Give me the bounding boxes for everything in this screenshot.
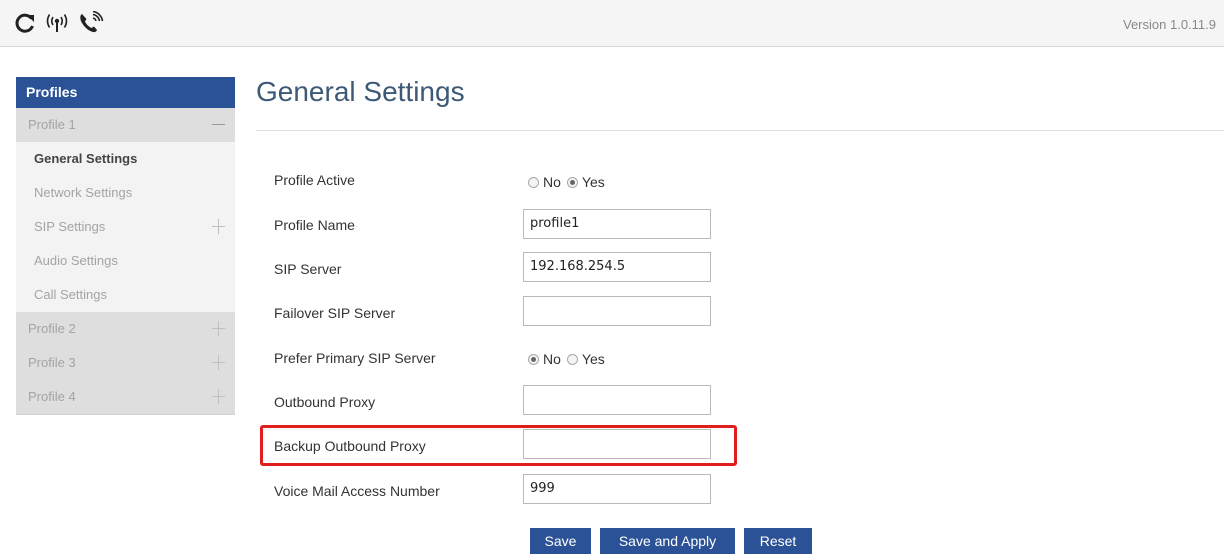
outbound-proxy-input[interactable]: [523, 385, 711, 415]
reset-button[interactable]: Reset: [744, 528, 812, 554]
failover-sip-server-label: Failover SIP Server: [274, 305, 396, 321]
sidebar-item-profile-3[interactable]: Profile 3: [16, 346, 235, 380]
profile-active-radio-group: No Yes: [528, 174, 611, 190]
sidebar-item-label: Audio Settings: [34, 253, 118, 268]
sip-server-input[interactable]: 192.168.254.5: [523, 252, 711, 282]
profiles-sidebar: Profiles Profile 1 General Settings Netw…: [16, 77, 235, 415]
radio-label: Yes: [581, 174, 605, 190]
sidebar-item-profile-1[interactable]: Profile 1: [16, 108, 235, 142]
sidebar-title: Profiles: [16, 77, 235, 108]
voice-mail-access-number-label: Voice Mail Access Number: [274, 483, 440, 499]
prefer-primary-radio-group: No Yes: [528, 351, 611, 367]
outbound-proxy-label: Outbound Proxy: [274, 394, 376, 410]
expand-icon[interactable]: [212, 355, 225, 370]
prefer-primary-no-radio[interactable]: [528, 353, 539, 365]
radio-label: Yes: [581, 351, 605, 367]
sidebar-item-label: General Settings: [34, 151, 138, 166]
sidebar-item-network-settings[interactable]: Network Settings: [16, 176, 235, 210]
title-divider: [256, 130, 1224, 131]
sidebar-item-label: Profile 4: [28, 389, 76, 404]
radio-label: No: [543, 351, 561, 367]
sidebar-item-general-settings[interactable]: General Settings: [16, 142, 235, 176]
profile-name-label: Profile Name: [274, 217, 355, 233]
sidebar-item-label: Network Settings: [34, 185, 133, 200]
radio-label: No: [543, 174, 561, 190]
refresh-icon[interactable]: [14, 12, 36, 34]
collapse-icon[interactable]: [212, 124, 225, 125]
profile-active-label: Profile Active: [274, 172, 355, 188]
save-and-apply-button[interactable]: Save and Apply: [600, 528, 735, 554]
sidebar-item-profile-4[interactable]: Profile 4: [16, 380, 235, 414]
sidebar-item-label: SIP Settings: [34, 219, 106, 234]
prefer-primary-sip-server-label: Prefer Primary SIP Server: [274, 350, 436, 366]
sidebar-item-profile-2[interactable]: Profile 2: [16, 312, 235, 346]
sidebar-item-sip-settings[interactable]: SIP Settings: [16, 210, 235, 244]
highlight-box: [260, 425, 737, 466]
sidebar-item-audio-settings[interactable]: Audio Settings: [16, 244, 235, 278]
top-bar: Version 1.0.11.9: [0, 0, 1224, 47]
sip-server-label: SIP Server: [274, 261, 342, 277]
sidebar-item-label: Profile 2: [28, 321, 76, 336]
expand-icon[interactable]: [212, 389, 225, 404]
expand-icon[interactable]: [212, 321, 225, 336]
voice-mail-access-number-input[interactable]: 999: [523, 474, 711, 504]
failover-sip-server-input[interactable]: [523, 296, 711, 326]
save-button[interactable]: Save: [530, 528, 591, 554]
expand-icon[interactable]: [212, 219, 225, 234]
profile-name-input[interactable]: profile1: [523, 209, 711, 239]
sidebar-item-call-settings[interactable]: Call Settings: [16, 278, 235, 312]
phone-ringing-icon: [80, 11, 104, 33]
version-label: Version 1.0.11.9: [1123, 17, 1216, 32]
prefer-primary-yes-radio[interactable]: [566, 353, 578, 365]
profile-active-yes-radio[interactable]: [566, 176, 578, 188]
profile-active-no-radio[interactable]: [528, 176, 539, 188]
status-icons: [14, 9, 104, 37]
sidebar-item-label: Profile 3: [28, 355, 76, 370]
sidebar-item-label: Call Settings: [34, 287, 107, 302]
wireless-signal-icon: [46, 14, 68, 32]
sidebar-item-label: Profile 1: [28, 117, 76, 132]
page-title: General Settings: [256, 76, 465, 107]
